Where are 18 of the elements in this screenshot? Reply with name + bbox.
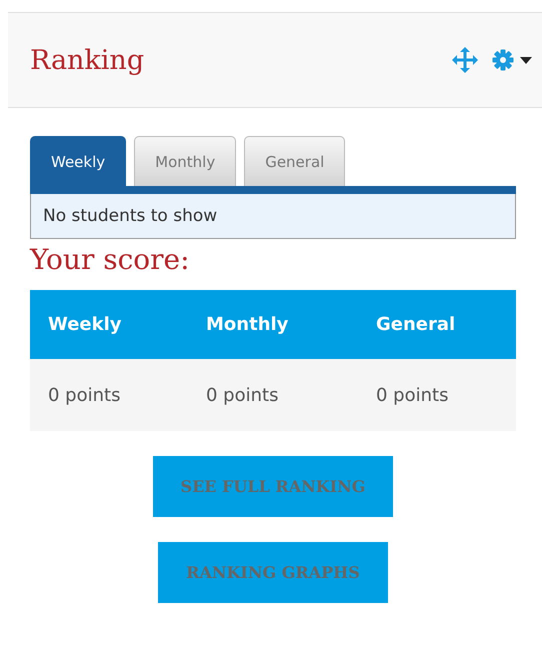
table-cell-text: 0 points [48,384,122,406]
column-header: General [376,314,456,335]
caret-icon [520,56,532,64]
settings-menu-button[interactable] [492,49,532,71]
move-icon[interactable] [452,47,478,73]
table-cell-text: 0 points [206,384,280,406]
table-cell-text: 0 points [376,384,450,406]
tab[interactable]: Weekly [30,136,126,186]
tab[interactable]: General [244,136,346,186]
action-button[interactable]: RANKING GRAPHS [158,542,388,603]
settings-icon [492,49,514,71]
score-heading: Your score: [30,243,191,276]
tab[interactable]: Monthly [134,136,236,186]
action-button[interactable]: SEE FULL RANKING [152,456,394,517]
column-header: Monthly [206,314,290,335]
column-header: Weekly [48,314,123,335]
empty-message: No students to show [30,194,516,239]
block-title: Ranking [30,44,146,76]
